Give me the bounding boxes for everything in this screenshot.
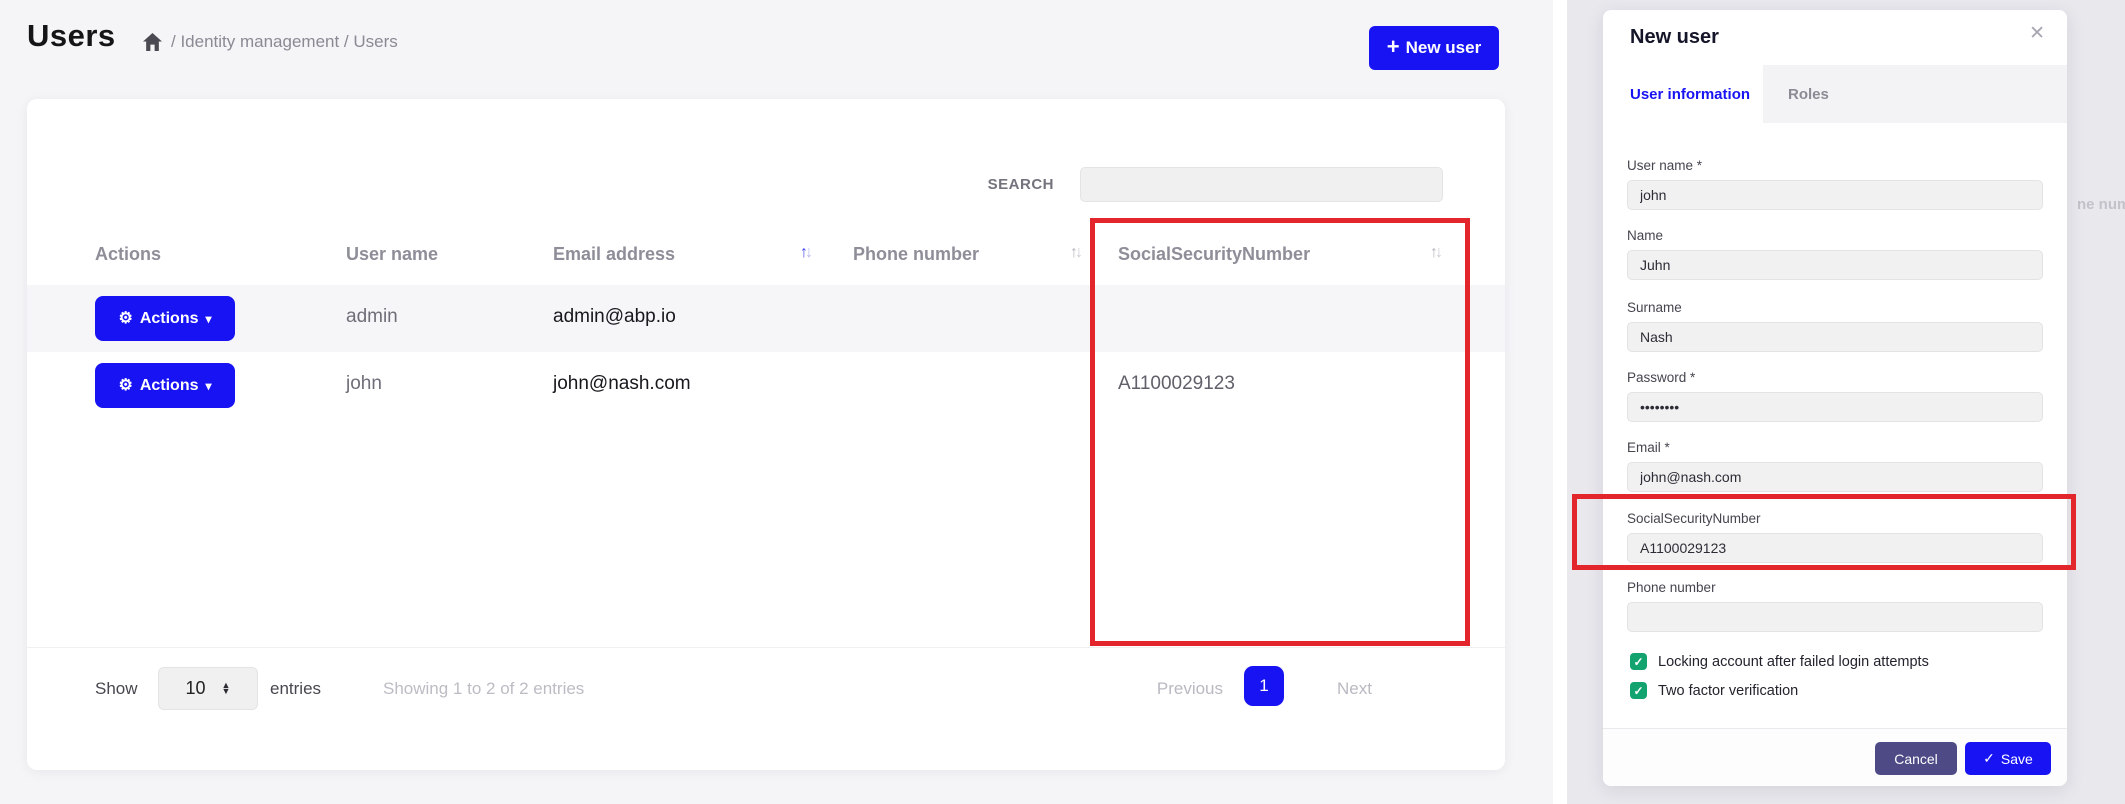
show-label: Show bbox=[95, 679, 138, 699]
gear-icon: ⚙ bbox=[118, 311, 132, 327]
pagination-next[interactable]: Next bbox=[1337, 679, 1372, 699]
page-title: Users bbox=[27, 18, 116, 54]
ssn-input[interactable] bbox=[1627, 533, 2043, 563]
field-username: User name * bbox=[1627, 158, 2043, 210]
gear-icon: ⚙ bbox=[118, 378, 132, 394]
caret-down-icon: ▾ bbox=[205, 379, 211, 393]
caret-down-icon: ▾ bbox=[205, 312, 211, 326]
column-header-username: User name bbox=[346, 244, 438, 265]
sort-icon-phone[interactable]: ↑↓ bbox=[1070, 244, 1080, 262]
field-username-label: User name * bbox=[1627, 158, 2043, 173]
checkbox-checked-icon: ✓ bbox=[1630, 653, 1647, 670]
users-page: Users / Identity management / Users + Ne… bbox=[0, 0, 1553, 804]
column-header-ssn[interactable]: SocialSecurityNumber bbox=[1118, 244, 1310, 265]
users-table-card: SEARCH Actions User name Email address ↑… bbox=[27, 99, 1505, 770]
table-row-john: ⚙ Actions ▾ john john@nash.com A11000291… bbox=[27, 352, 1505, 419]
breadcrumb: / Identity management / Users bbox=[143, 32, 398, 52]
table-bottom-border bbox=[27, 647, 1505, 648]
search-row: SEARCH bbox=[988, 167, 1443, 202]
new-user-button-label: New user bbox=[1406, 38, 1482, 58]
page-size-select[interactable]: 10 ▲ ▼ bbox=[158, 667, 258, 710]
username-input[interactable] bbox=[1627, 180, 2043, 210]
field-name: Name bbox=[1627, 228, 2043, 280]
search-label: SEARCH bbox=[988, 176, 1054, 193]
pagination-page-1[interactable]: 1 bbox=[1244, 666, 1284, 706]
field-email-label: Email * bbox=[1627, 440, 2043, 455]
background-text-fragment: ne numbe bbox=[2077, 196, 2125, 213]
cell-email: john@nash.com bbox=[553, 373, 691, 395]
save-button-label: Save bbox=[2001, 751, 2033, 767]
field-ssn: SocialSecurityNumber bbox=[1627, 511, 2043, 563]
entries-summary: Showing 1 to 2 of 2 entries bbox=[383, 679, 584, 699]
field-ssn-label: SocialSecurityNumber bbox=[1627, 511, 2043, 526]
surname-input[interactable] bbox=[1627, 322, 2043, 352]
checkbox-two-factor[interactable]: ✓ Two factor verification bbox=[1630, 682, 1798, 699]
modal-tabbar: User information Roles bbox=[1603, 65, 2067, 123]
field-surname: Surname bbox=[1627, 300, 2043, 352]
table-footer: Show 10 ▲ ▼ entries Showing 1 to 2 of 2 … bbox=[27, 660, 1505, 722]
checkbox-lockout-label: Locking account after failed login attem… bbox=[1658, 654, 1929, 670]
field-password-label: Password * bbox=[1627, 370, 2043, 385]
close-icon[interactable]: ✕ bbox=[2029, 22, 2045, 45]
actions-button-label: Actions bbox=[140, 377, 199, 395]
sort-icon-email[interactable]: ↑↓ bbox=[800, 244, 810, 262]
pagination-previous[interactable]: Previous bbox=[1157, 679, 1223, 699]
checkbox-checked-icon: ✓ bbox=[1630, 682, 1647, 699]
email-input[interactable] bbox=[1627, 462, 2043, 492]
field-name-label: Name bbox=[1627, 228, 2043, 243]
save-button[interactable]: ✓ Save bbox=[1965, 742, 2051, 775]
modal-title: New user bbox=[1630, 26, 1719, 49]
column-header-email[interactable]: Email address bbox=[553, 244, 675, 265]
checkbox-lockout[interactable]: ✓ Locking account after failed login att… bbox=[1630, 653, 1929, 670]
entries-label: entries bbox=[270, 679, 321, 699]
field-password: Password * bbox=[1627, 370, 2043, 422]
table-header-row: Actions User name Email address ↑↓ Phone… bbox=[27, 230, 1505, 285]
field-phone: Phone number bbox=[1627, 580, 2043, 632]
field-phone-label: Phone number bbox=[1627, 580, 2043, 595]
home-icon[interactable] bbox=[143, 33, 162, 51]
checkbox-two-factor-label: Two factor verification bbox=[1658, 683, 1798, 699]
screenshot-root: Users / Identity management / Users + Ne… bbox=[0, 0, 2125, 804]
cell-email: admin@abp.io bbox=[553, 306, 676, 328]
new-user-button[interactable]: + New user bbox=[1369, 26, 1499, 70]
tab-roles[interactable]: Roles bbox=[1788, 65, 1829, 123]
actions-button-label: Actions bbox=[140, 310, 199, 328]
cell-username: admin bbox=[346, 306, 398, 328]
table-row-admin: ⚙ Actions ▾ admin admin@abp.io bbox=[27, 285, 1505, 352]
stepper-icon: ▲ ▼ bbox=[222, 683, 231, 694]
plus-icon: + bbox=[1387, 36, 1400, 58]
column-header-actions: Actions bbox=[95, 244, 161, 265]
field-surname-label: Surname bbox=[1627, 300, 2043, 315]
tab-user-information[interactable]: User information bbox=[1603, 65, 1763, 123]
cancel-button[interactable]: Cancel bbox=[1875, 742, 1957, 775]
cell-username: john bbox=[346, 373, 382, 395]
check-icon: ✓ bbox=[1983, 750, 1995, 767]
breadcrumb-path: / Identity management / Users bbox=[171, 32, 398, 52]
sort-icon-ssn[interactable]: ↑↓ bbox=[1430, 244, 1440, 262]
actions-dropdown-button[interactable]: ⚙ Actions ▾ bbox=[95, 296, 235, 341]
actions-dropdown-button[interactable]: ⚙ Actions ▾ bbox=[95, 363, 235, 408]
new-user-modal: New user ✕ User information Roles User n… bbox=[1603, 10, 2067, 786]
page-size-value: 10 bbox=[186, 678, 206, 699]
search-input[interactable] bbox=[1080, 167, 1443, 202]
name-input[interactable] bbox=[1627, 250, 2043, 280]
column-header-phone[interactable]: Phone number bbox=[853, 244, 979, 265]
password-input[interactable] bbox=[1627, 392, 2043, 422]
panel-divider bbox=[1553, 0, 1567, 804]
phone-input[interactable] bbox=[1627, 602, 2043, 632]
modal-footer: Cancel ✓ Save bbox=[1603, 728, 2067, 786]
cell-ssn: A1100029123 bbox=[1118, 373, 1235, 395]
field-email: Email * bbox=[1627, 440, 2043, 492]
